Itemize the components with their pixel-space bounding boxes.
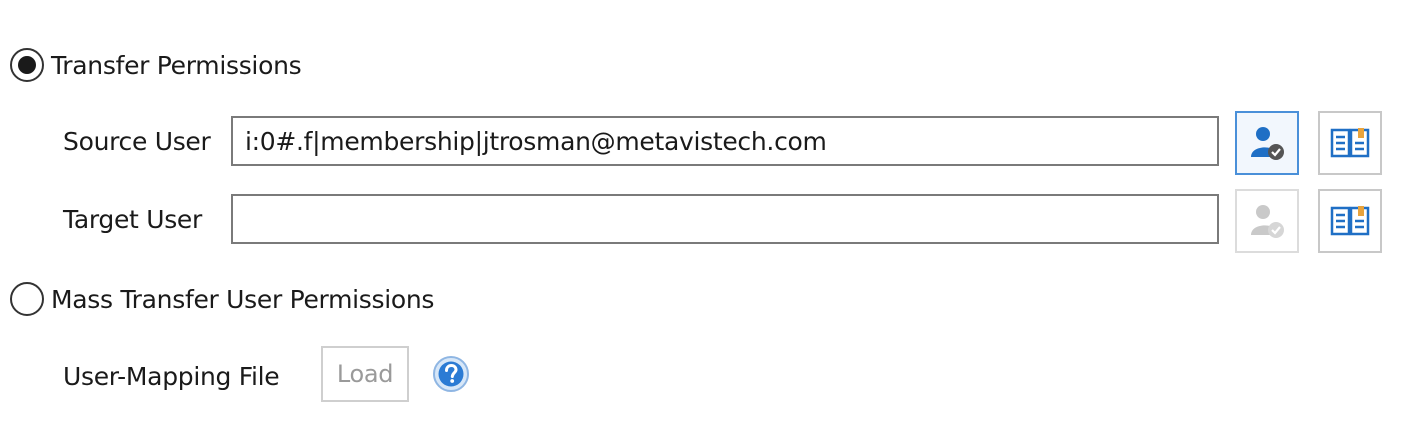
source-user-input[interactable] (231, 116, 1219, 166)
source-user-address-book-button[interactable] (1318, 111, 1382, 175)
target-user-label: Target User (63, 204, 202, 234)
help-icon[interactable] (432, 355, 470, 393)
source-user-label: Source User (63, 126, 211, 156)
user-mapping-file-label: User-Mapping File (63, 361, 280, 391)
mass-transfer-label: Mass Transfer User Permissions (51, 284, 435, 314)
load-button[interactable]: Load (321, 346, 409, 402)
target-user-check-button[interactable] (1235, 189, 1299, 253)
transfer-permissions-option[interactable]: Transfer Permissions (10, 45, 302, 85)
user-check-icon (1251, 205, 1284, 238)
mass-transfer-option[interactable]: Mass Transfer User Permissions (10, 279, 434, 319)
address-book-icon (1330, 128, 1370, 158)
transfer-permissions-label: Transfer Permissions (51, 50, 302, 80)
transfer-permissions-radio[interactable] (10, 48, 44, 82)
mass-transfer-radio[interactable] (10, 282, 44, 316)
address-book-icon (1330, 206, 1370, 236)
source-user-check-button[interactable] (1235, 111, 1299, 175)
user-check-icon (1251, 127, 1284, 160)
target-user-input[interactable] (231, 194, 1219, 244)
target-user-address-book-button[interactable] (1318, 189, 1382, 253)
